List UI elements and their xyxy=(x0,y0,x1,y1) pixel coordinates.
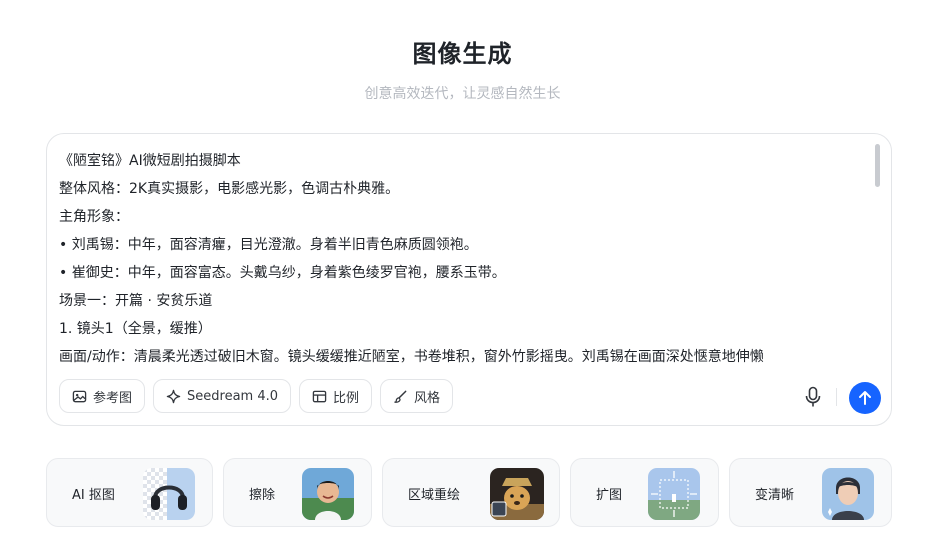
prompt-textarea[interactable]: 《陋室铭》AI微短剧拍摄脚本 整体风格：2K真实摄影，电影感光影，色调古朴典雅。… xyxy=(59,147,869,371)
style-label: 风格 xyxy=(414,390,441,406)
sparkle-icon xyxy=(166,389,181,403)
prompt-line: 画面/动作：清晨柔光透过破旧木窗。镜头缓缓推近陋室，书卷堆积，窗外竹影摇曳。刘禹… xyxy=(59,349,764,365)
image-icon xyxy=(72,390,87,402)
brush-icon xyxy=(394,390,407,403)
prompt-scrollbar[interactable] xyxy=(875,144,880,187)
prompt-toolbar: 参考图 Seedream 4.0 比例 风格 xyxy=(59,379,454,413)
model-label: Seedream 4.0 xyxy=(187,388,279,404)
toolbar-divider xyxy=(836,388,837,406)
outpaint-landscape-thumbnail xyxy=(648,468,700,520)
reference-image-button[interactable]: 参考图 xyxy=(59,379,146,413)
prompt-line: 场景一：开篇 · 安贫乐道 xyxy=(59,293,213,309)
ratio-button[interactable]: 比例 xyxy=(299,379,373,413)
prompt-line: • 崔御史：中年，面容富态。头戴乌纱，身着紫色绫罗官袍，腰系玉带。 xyxy=(59,265,506,281)
page-title: 图像生成 xyxy=(412,40,513,68)
page-subtitle: 创意高效迭代，让灵感自然生长 xyxy=(364,86,561,102)
arrow-up-icon xyxy=(859,391,871,405)
tool-card-cutout[interactable]: AI 抠图 xyxy=(46,458,213,527)
prompt-line: 《陋室铭》AI微短剧拍摄脚本 xyxy=(59,153,241,169)
style-button[interactable]: 风格 xyxy=(380,379,454,413)
headphones-cutout-thumbnail xyxy=(143,468,195,520)
prompt-line: 主角形象： xyxy=(59,209,129,225)
child-portrait-thumbnail xyxy=(302,468,354,520)
tool-card-enhance[interactable]: 变清晰 xyxy=(729,458,892,527)
prompt-line: 整体风格：2K真实摄影，电影感光影，色调古朴典雅。 xyxy=(59,181,400,197)
dog-inpaint-thumbnail xyxy=(490,468,544,520)
tool-card-label: AI 抠图 xyxy=(72,488,115,503)
prompt-line: 1. 镜头1（全景，缓推） xyxy=(59,321,212,337)
prompt-line: • 刘禹锡：中年，面容清癯，目光澄澈。身着半旧青色麻质圆领袍。 xyxy=(59,237,478,253)
tool-card-label: 区域重绘 xyxy=(408,488,461,503)
microphone-icon[interactable] xyxy=(803,386,823,408)
ratio-label: 比例 xyxy=(333,390,360,406)
tool-card-label: 扩图 xyxy=(596,488,623,503)
portrait-enhance-thumbnail xyxy=(822,468,874,520)
tool-card-inpaint[interactable]: 区域重绘 xyxy=(382,458,560,527)
tool-card-label: 变清晰 xyxy=(755,488,795,503)
prompt-input-box[interactable]: 《陋室铭》AI微短剧拍摄脚本 整体风格：2K真实摄影，电影感光影，色调古朴典雅。… xyxy=(46,133,892,426)
tool-card-erase[interactable]: 擦除 xyxy=(223,458,372,527)
send-button[interactable] xyxy=(849,382,881,414)
model-select-button[interactable]: Seedream 4.0 xyxy=(153,379,292,413)
tool-card-outpaint[interactable]: 扩图 xyxy=(570,458,719,527)
tool-card-label: 擦除 xyxy=(249,488,276,503)
reference-image-label: 参考图 xyxy=(93,390,133,406)
ratio-icon xyxy=(312,390,327,402)
